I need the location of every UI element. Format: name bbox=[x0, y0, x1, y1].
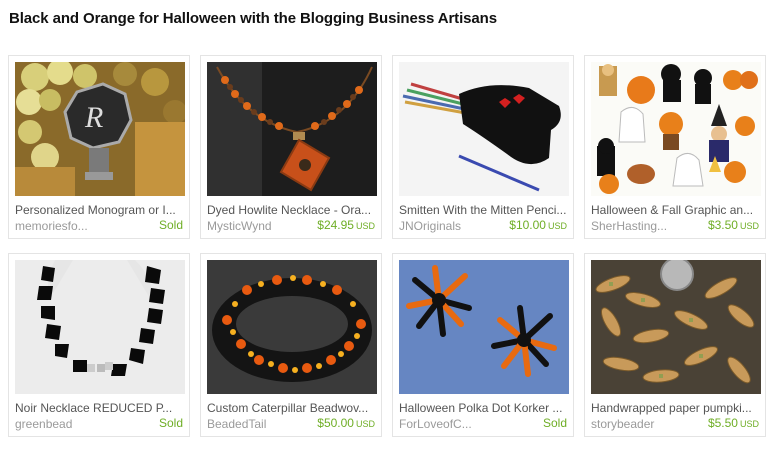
listing-thumbnail[interactable] bbox=[15, 260, 185, 394]
halloween-graphics-image bbox=[591, 62, 761, 196]
listing-thumbnail[interactable]: R bbox=[15, 62, 185, 196]
paper-beads-image bbox=[591, 260, 761, 394]
currency-code: USD bbox=[355, 419, 375, 429]
listing-card[interactable]: R Personalized Monogram or I... memories… bbox=[8, 55, 190, 239]
treasury-title: Black and Orange for Halloween with the … bbox=[9, 10, 497, 27]
price-amount: $3.50 bbox=[707, 218, 738, 232]
sold-label: Sold bbox=[158, 218, 183, 232]
shop-name[interactable]: MysticWynd bbox=[207, 219, 303, 233]
howlite-necklace-image bbox=[207, 62, 377, 196]
price: $24.95 USD bbox=[317, 218, 375, 232]
shop-name[interactable]: SherHasting... bbox=[591, 219, 687, 233]
listing-card[interactable]: Noir Necklace REDUCED P... greenbead Sol… bbox=[8, 253, 190, 437]
svg-text:R: R bbox=[84, 101, 103, 134]
listing-card[interactable]: Dyed Howlite Necklace - Ora... MysticWyn… bbox=[200, 55, 382, 239]
listing-thumbnail[interactable] bbox=[399, 260, 569, 394]
price-amount: $24.95 bbox=[317, 218, 354, 232]
listing-title[interactable]: Handwrapped paper pumpki... bbox=[591, 401, 761, 415]
sold-label: Sold bbox=[542, 416, 567, 430]
listing-card[interactable]: Handwrapped paper pumpki... storybeader … bbox=[584, 253, 766, 437]
listing-title[interactable]: Smitten With the Mitten Penci... bbox=[399, 203, 569, 217]
sold-label: Sold bbox=[158, 416, 183, 430]
shop-name[interactable]: ForLoveofC... bbox=[399, 417, 495, 431]
listing-card[interactable]: Halloween & Fall Graphic an... SherHasti… bbox=[584, 55, 766, 239]
shop-name[interactable]: memoriesfo... bbox=[15, 219, 111, 233]
price-amount: $10.00 bbox=[509, 218, 546, 232]
listing-thumbnail[interactable] bbox=[591, 260, 761, 394]
price: $50.00 USD bbox=[317, 416, 375, 430]
listing-title[interactable]: Custom Caterpillar Beadwov... bbox=[207, 401, 377, 415]
currency-code: USD bbox=[739, 419, 759, 429]
listing-title[interactable]: Noir Necklace REDUCED P... bbox=[15, 401, 185, 415]
listing-thumbnail[interactable] bbox=[591, 62, 761, 196]
listing-title[interactable]: Halloween Polka Dot Korker ... bbox=[399, 401, 569, 415]
listing-thumbnail[interactable] bbox=[399, 62, 569, 196]
price: $3.50 USD bbox=[708, 218, 759, 232]
listing-title[interactable]: Halloween & Fall Graphic an... bbox=[591, 203, 761, 217]
price: $5.50 USD bbox=[708, 416, 759, 430]
caterpillar-bracelet-image bbox=[207, 260, 377, 394]
listing-title[interactable]: Personalized Monogram or I... bbox=[15, 203, 185, 217]
listing-card[interactable]: Halloween Polka Dot Korker ... ForLoveof… bbox=[392, 253, 574, 437]
currency-code: USD bbox=[547, 221, 567, 231]
currency-code: USD bbox=[739, 221, 759, 231]
price: $10.00 USD bbox=[509, 218, 567, 232]
listing-card[interactable]: Smitten With the Mitten Penci... JNOrigi… bbox=[392, 55, 574, 239]
shop-name[interactable]: JNOriginals bbox=[399, 219, 495, 233]
price-amount: $5.50 bbox=[707, 416, 738, 430]
shop-name[interactable]: BeadedTail bbox=[207, 417, 303, 431]
treasury-grid: R Personalized Monogram or I... memories… bbox=[8, 55, 778, 455]
mitten-pencil-case-image bbox=[399, 62, 569, 196]
listing-thumbnail[interactable] bbox=[207, 260, 377, 394]
listing-card[interactable]: Custom Caterpillar Beadwov... BeadedTail… bbox=[200, 253, 382, 437]
listing-title[interactable]: Dyed Howlite Necklace - Ora... bbox=[207, 203, 377, 217]
monogram-wine-stopper-image: R bbox=[15, 62, 185, 196]
shop-name[interactable]: greenbead bbox=[15, 417, 111, 431]
price-amount: $50.00 bbox=[317, 416, 354, 430]
currency-code: USD bbox=[355, 221, 375, 231]
listing-thumbnail[interactable] bbox=[207, 62, 377, 196]
noir-necklace-image bbox=[15, 260, 185, 394]
shop-name[interactable]: storybeader bbox=[591, 417, 687, 431]
korker-bows-image bbox=[399, 260, 569, 394]
